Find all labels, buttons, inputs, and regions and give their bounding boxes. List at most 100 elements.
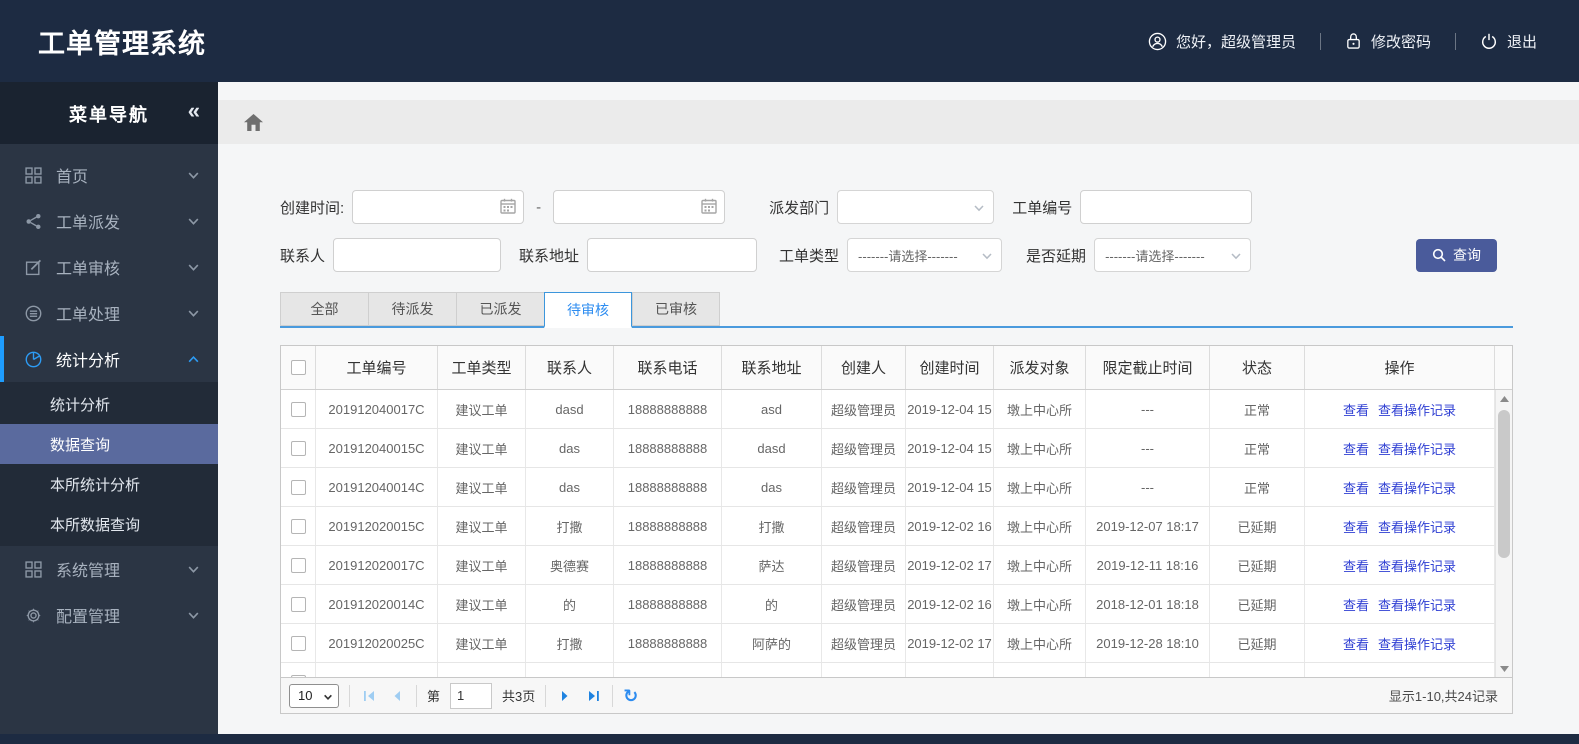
logout-link[interactable]: 退出 [1480, 31, 1537, 52]
view-operation-log-link[interactable]: 查看操作记录 [1378, 556, 1456, 575]
view-link[interactable]: 查看 [1343, 478, 1369, 497]
sidebar-item-统计分析[interactable]: 统计分析 [0, 336, 218, 382]
order-no-input[interactable] [1080, 190, 1253, 224]
table-scrollbar[interactable] [1495, 390, 1512, 677]
contact-address-input[interactable] [587, 238, 758, 272]
page-number-input[interactable] [450, 682, 493, 709]
table-cell: 墩上中心所 [994, 507, 1086, 545]
page-size-select[interactable]: 10 [289, 683, 339, 708]
next-page-button[interactable] [556, 687, 574, 705]
column-header: 联系电话 [614, 346, 722, 389]
view-link[interactable]: 查看 [1343, 556, 1369, 575]
chevron-down-icon [187, 609, 200, 622]
contact-address-label: 联系地址 [519, 247, 580, 265]
row-checkbox[interactable] [290, 674, 306, 677]
table-cell: 2019-12-04 15 [906, 390, 994, 428]
tab-已审核[interactable]: 已审核 [632, 292, 720, 326]
table-cell: 墩上中心所 [994, 546, 1086, 584]
view-operation-log-link[interactable]: 查看操作记录 [1378, 595, 1456, 614]
chevron-down-icon [187, 261, 200, 274]
sidebar-subitem-本所统计分析[interactable]: 本所统计分析 [0, 464, 218, 504]
row-checkbox[interactable] [290, 401, 306, 417]
status-cell: 已延期 [1210, 507, 1305, 545]
row-select-cell [281, 546, 316, 584]
table-cell: 墩上中心所 [994, 429, 1086, 467]
dispatch-dept-select[interactable] [837, 190, 995, 224]
order-type-select[interactable]: -------请选择------- [847, 238, 1003, 272]
last-page-button[interactable] [584, 687, 602, 705]
sidebar-item-工单派发[interactable]: 工单派发 [0, 198, 218, 244]
column-header: 操作 [1305, 346, 1495, 389]
actions-cell: 查看 查看操作记录 [1305, 507, 1495, 545]
tab-待派发[interactable]: 待派发 [368, 292, 456, 326]
view-operation-log-link[interactable]: 查看操作记录 [1378, 439, 1456, 458]
header-divider [1319, 32, 1321, 50]
total-pages-label: 共3页 [502, 689, 536, 704]
view-operation-log-link[interactable]: 查看操作记录 [1378, 400, 1456, 419]
scroll-up-icon[interactable] [1496, 390, 1512, 407]
home-icon[interactable] [244, 113, 263, 131]
refresh-icon[interactable]: ↻ [623, 687, 638, 705]
pagination-controls: 10 第 共3页 ↻ [289, 682, 638, 709]
status-cell: 正常 [1210, 429, 1305, 467]
main-content: 创建时间: - 派发部门 工单编号 联系人 联系地址 工单类型 -------请… [218, 82, 1579, 734]
view-link[interactable]: 查看 [1343, 517, 1369, 536]
date-from-input[interactable] [352, 190, 525, 224]
sidebar-item-工单处理[interactable]: 工单处理 [0, 290, 218, 336]
table-cell: dasd [722, 429, 822, 467]
sidebar-item-工单审核[interactable]: 工单审核 [0, 244, 218, 290]
calendar-icon[interactable] [500, 198, 516, 214]
is-delayed-select[interactable]: -------请选择------- [1094, 238, 1252, 272]
share-icon [24, 212, 42, 230]
grid-icon [24, 560, 42, 578]
query-panel: 创建时间: - 派发部门 工单编号 联系人 联系地址 工单类型 -------请… [280, 190, 1513, 714]
sidebar-subitem-统计分析[interactable]: 统计分析 [0, 384, 218, 424]
tab-已派发[interactable]: 已派发 [456, 292, 544, 326]
view-operation-log-link[interactable]: 查看操作记录 [1378, 517, 1456, 536]
sidebar-item-首页[interactable]: 首页 [0, 152, 218, 198]
table-cell: 建议工单 [438, 624, 526, 662]
select-all-checkbox[interactable] [290, 360, 306, 375]
table-cell: 超级管理员 [822, 585, 906, 623]
table-cell: 2019-12-11 18:16 [1086, 546, 1210, 584]
view-link[interactable]: 查看 [1343, 439, 1369, 458]
sidebar-item-label: 统计分析 [56, 353, 121, 370]
view-link[interactable]: 查看 [1343, 595, 1369, 614]
table-cell: 2019-12-28 18:10 [1086, 624, 1210, 662]
table-cell [614, 663, 722, 677]
row-checkbox[interactable] [290, 557, 306, 573]
table-body: 201912040017C 建议工单 dasd 18888888888 asd 超级管理员… [281, 390, 1512, 677]
view-link[interactable]: 查看 [1343, 400, 1369, 419]
contact-input[interactable] [333, 238, 502, 272]
scroll-down-icon[interactable] [1496, 660, 1512, 677]
actions-cell: 查看 查看操作记录 [1305, 429, 1495, 467]
prev-page-button[interactable] [388, 687, 406, 705]
search-button[interactable]: 查询 [1416, 238, 1497, 272]
scrollbar-thumb[interactable] [1498, 410, 1510, 558]
view-operation-log-link[interactable]: 查看操作记录 [1378, 634, 1456, 653]
sidebar-subitem-数据查询[interactable]: 数据查询 [0, 424, 218, 464]
change-password-link[interactable]: 修改密码 [1345, 31, 1431, 52]
row-checkbox[interactable] [290, 479, 306, 495]
sidebar-item-label: 首页 [56, 169, 89, 186]
chevron-down-icon [981, 250, 993, 262]
row-checkbox[interactable] [290, 518, 306, 534]
view-operation-log-link[interactable]: 查看操作记录 [1378, 478, 1456, 497]
sidebar-subitem-本所数据查询[interactable]: 本所数据查询 [0, 504, 218, 544]
status-cell: 已延期 [1210, 546, 1305, 584]
calendar-icon[interactable] [701, 198, 717, 214]
row-checkbox[interactable] [290, 596, 306, 612]
first-page-button[interactable] [360, 687, 378, 705]
collapse-sidebar-icon[interactable]: « [188, 98, 200, 124]
column-header: 派发对象 [994, 346, 1086, 389]
view-link[interactable]: 查看 [1343, 634, 1369, 653]
tab-全部[interactable]: 全部 [280, 292, 368, 326]
row-checkbox[interactable] [290, 635, 306, 651]
tab-待审核[interactable]: 待审核 [544, 292, 632, 328]
table-cell: 打撒 [722, 507, 822, 545]
sidebar-item-系统管理[interactable]: 系统管理 [0, 546, 218, 592]
row-checkbox[interactable] [290, 440, 306, 456]
date-to-input[interactable] [553, 190, 726, 224]
sidebar-item-配置管理[interactable]: 配置管理 [0, 592, 218, 638]
sidebar-item-label: 系统管理 [56, 563, 121, 580]
